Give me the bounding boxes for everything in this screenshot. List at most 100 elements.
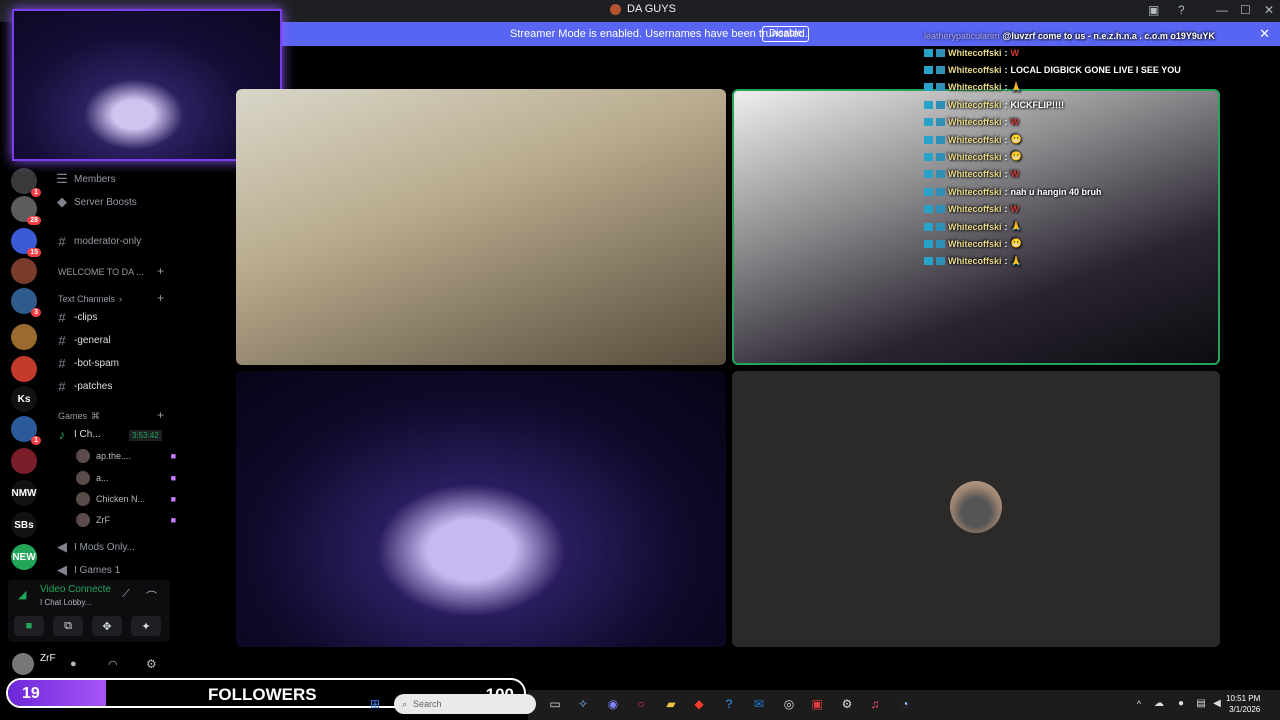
server-icon[interactable]: [11, 258, 37, 284]
app-red-icon[interactable]: ◆: [690, 695, 708, 713]
username[interactable]: ZrF: [40, 653, 56, 664]
avatar: [76, 492, 90, 506]
chat-text: nah u hangin 40 bruh: [1010, 186, 1102, 197]
server-icon[interactable]: SBs: [11, 512, 37, 538]
server-icon[interactable]: NMW: [11, 480, 37, 506]
app-box-icon[interactable]: ▣: [808, 695, 826, 713]
video-tile-3[interactable]: [236, 371, 726, 647]
cloud-icon[interactable]: ☁: [1150, 695, 1168, 713]
help-app-icon[interactable]: ?: [720, 695, 738, 713]
twitch-badge-icon: [924, 205, 933, 214]
members-link[interactable]: ☰ Members: [56, 170, 176, 188]
voice-channel-name[interactable]: I Chat Lobby...: [40, 598, 91, 607]
chat-message: Whitecoffski: LOCAL DIGBICK GONE LIVE I S…: [924, 62, 1264, 77]
chat-text: 😬: [1010, 238, 1022, 249]
video-tile-4[interactable]: [732, 371, 1220, 647]
soundboard-button[interactable]: ✦: [131, 616, 161, 636]
server-icon[interactable]: 1: [11, 416, 41, 445]
server-icon[interactable]: 15: [11, 228, 41, 257]
gear-icon[interactable]: ⚙: [146, 657, 157, 671]
steam-icon[interactable]: ◔: [896, 695, 914, 713]
voice-user[interactable]: ap.the.... ■: [76, 447, 176, 465]
music-icon[interactable]: ♫: [866, 695, 884, 713]
file-explorer-icon[interactable]: ▰: [662, 695, 680, 713]
headphones-icon[interactable]: ◠: [108, 658, 118, 671]
channel-patches[interactable]: # -patches: [56, 377, 176, 395]
channel-clips[interactable]: # -clips: [56, 308, 176, 326]
help-icon[interactable]: ?: [1178, 3, 1185, 17]
server-icon[interactable]: 28: [11, 196, 41, 225]
opera-icon[interactable]: ○: [632, 695, 650, 713]
start-icon[interactable]: ⊞: [366, 695, 384, 713]
server-label: NEW: [12, 551, 36, 563]
chat-text: W: [1010, 169, 1020, 180]
chat-separator: :: [1004, 47, 1008, 58]
server-boosts-link[interactable]: ◆ Server Boosts: [56, 193, 176, 211]
screen-share-button[interactable]: ⧉: [53, 616, 83, 636]
voice-user[interactable]: ZrF ■: [76, 511, 176, 529]
chat-text: 🙏: [1010, 221, 1022, 231]
server-icon[interactable]: 3: [11, 288, 41, 317]
voice-channel-mods[interactable]: ◀ I Mods Only...: [56, 538, 176, 556]
activities-button[interactable]: ✥: [92, 616, 122, 636]
server-icon[interactable]: [11, 324, 37, 350]
avatar: [950, 481, 1002, 533]
chat-username: Whitecoffski: [948, 134, 1002, 145]
speaker-icon: ◀: [57, 539, 67, 554]
outlook-icon[interactable]: ✉: [750, 695, 768, 713]
chat-message: Whitecoffski: 😬: [924, 132, 1264, 147]
copilot-icon[interactable]: ✧: [574, 695, 592, 713]
server-icon[interactable]: [11, 356, 37, 382]
stream-icon: ■: [170, 515, 176, 525]
server-label: NMW: [11, 487, 37, 499]
taskbar-search[interactable]: ⌕ Search: [394, 694, 536, 714]
clock[interactable]: 10:51 PM 3/1/2026: [1226, 693, 1260, 715]
members-icon: ☰: [56, 171, 68, 186]
sub-badge-icon: [936, 257, 945, 266]
mic-tray-icon[interactable]: ●: [1172, 695, 1190, 713]
add-channel-icon[interactable]: +: [157, 291, 164, 305]
camera-button[interactable]: ■: [14, 616, 44, 636]
channel-bot-spam[interactable]: # -bot-spam: [56, 354, 176, 372]
chat-message: Whitecoffski: 🙏: [924, 219, 1264, 234]
server-icon[interactable]: [11, 448, 37, 474]
settings-icon[interactable]: ⚙: [838, 695, 856, 713]
voice-user[interactable]: a... ■: [76, 469, 176, 487]
disconnect-icon[interactable]: ⌒: [146, 588, 157, 604]
microphone-icon[interactable]: ●: [70, 658, 77, 670]
channel-moderator-only[interactable]: # moderator-only: [56, 232, 176, 250]
sub-badge-icon: [936, 152, 945, 161]
server-icon[interactable]: Ks: [11, 386, 37, 412]
server-icon[interactable]: 1: [11, 168, 41, 197]
chat-message: Whitecoffski: 😬: [924, 236, 1264, 251]
chat-username: Whitecoffski: [948, 151, 1002, 162]
video-tile-1[interactable]: [236, 89, 726, 365]
sub-badge-icon: [936, 222, 945, 231]
category-text-channels[interactable]: Text Channels ›: [58, 294, 122, 304]
add-channel-icon[interactable]: +: [157, 408, 164, 422]
clock-date: 3/1/2026: [1229, 705, 1261, 714]
maximize-button[interactable]: ☐: [1240, 3, 1251, 17]
category-games[interactable]: Games ⌘: [58, 411, 100, 422]
noise-suppression-icon[interactable]: ⟋: [122, 588, 130, 601]
chat-text: W: [1010, 117, 1020, 128]
server-icon[interactable]: NEW: [11, 544, 37, 570]
chevron-up-icon[interactable]: ^: [1130, 695, 1148, 713]
channel-general[interactable]: # -general: [56, 331, 176, 349]
category-welcome[interactable]: WELCOME TO DA ...: [58, 267, 144, 277]
inbox-icon[interactable]: ▣: [1148, 3, 1159, 17]
chat-username: Whitecoffski: [948, 82, 1002, 93]
disable-streamer-mode-button[interactable]: Disable: [762, 26, 810, 42]
add-channel-icon[interactable]: +: [157, 264, 164, 278]
close-window-button[interactable]: ✕: [1264, 3, 1274, 17]
twitch-badge-icon: [924, 100, 933, 109]
voice-channel-games[interactable]: ◀ I Games 1: [56, 561, 176, 579]
voice-user[interactable]: Chicken N... ■: [76, 490, 176, 508]
task-view-icon[interactable]: ▭: [546, 695, 564, 713]
discord-icon[interactable]: ◉: [604, 695, 622, 713]
obs-icon[interactable]: ◎: [780, 695, 798, 713]
chat-username: leatherypaticularim: [924, 30, 1000, 41]
avatar[interactable]: [12, 653, 34, 675]
volume-icon[interactable]: ◀: [1208, 695, 1226, 713]
minimize-button[interactable]: —: [1216, 3, 1228, 17]
